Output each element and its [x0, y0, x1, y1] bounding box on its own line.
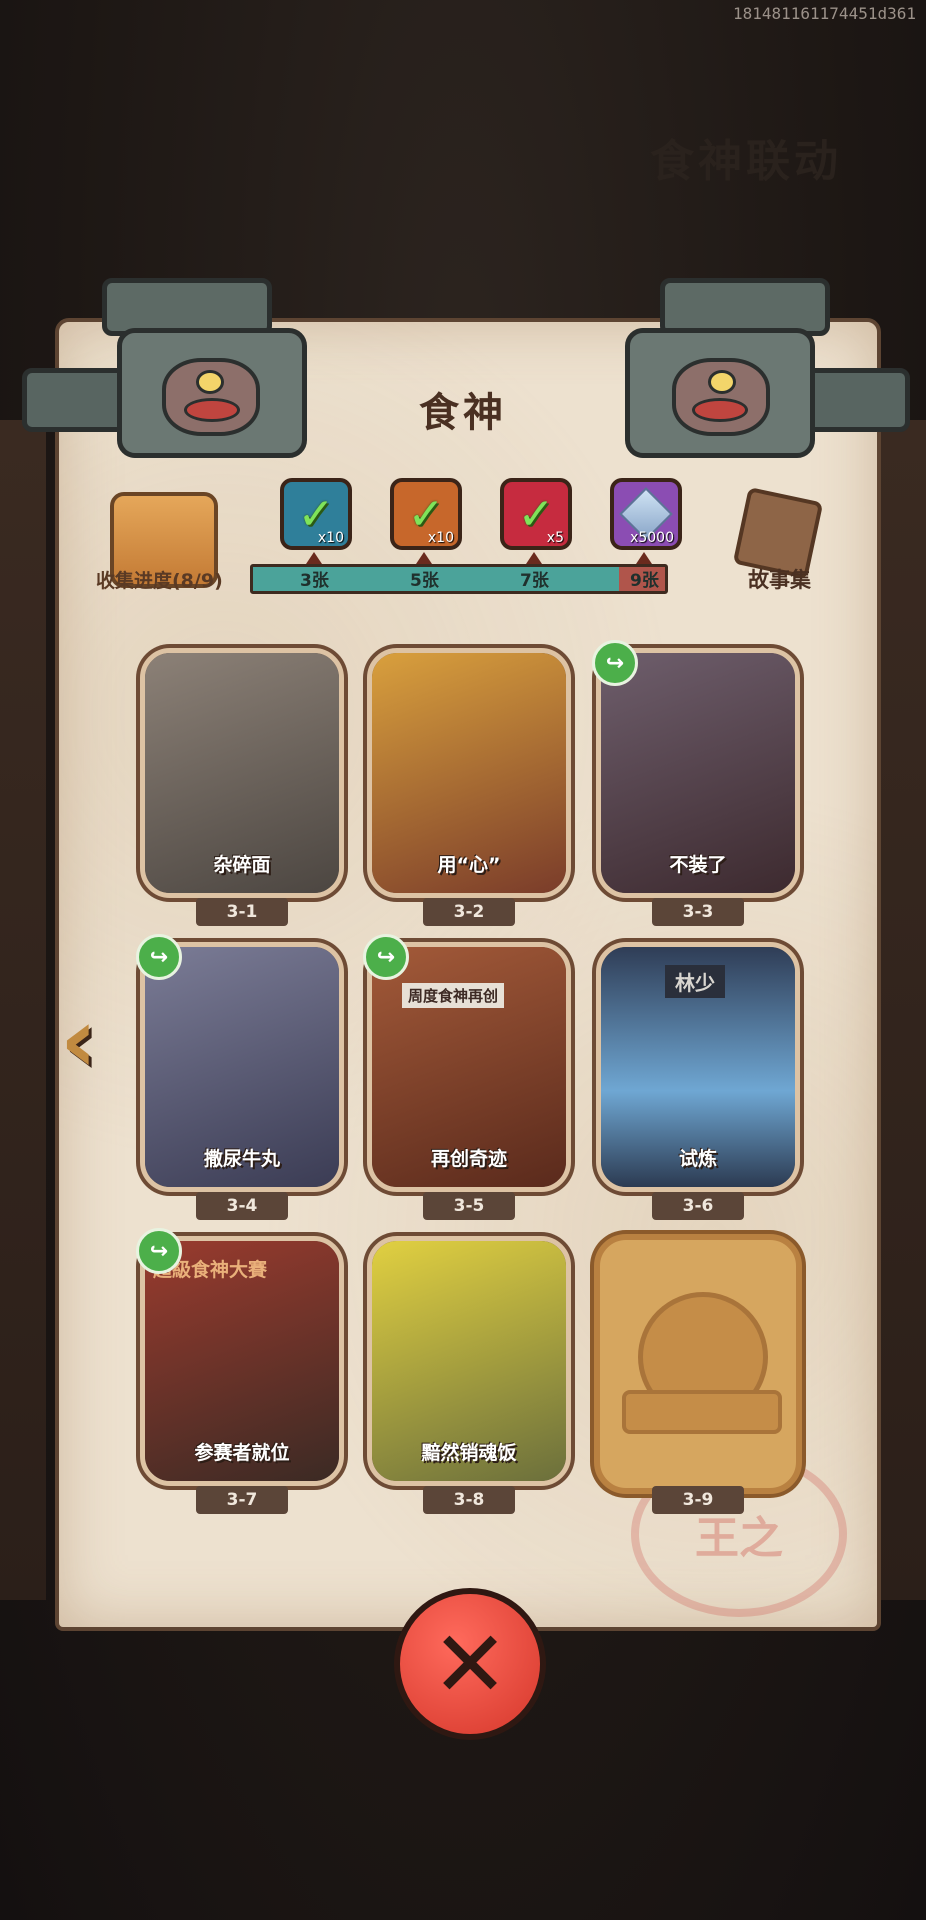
locked-ribbon	[622, 1390, 782, 1434]
milestone-label: 9张	[630, 571, 659, 591]
card-3-7[interactable]: 超級食神大賽 参赛者就位	[140, 1236, 344, 1486]
card-caption: 杂碎面	[213, 854, 271, 876]
panel-title: 食神	[419, 390, 507, 436]
share-arrow-icon[interactable]: ↪	[136, 934, 182, 980]
milestone-marker	[636, 552, 652, 564]
card-caption: 黯然销魂饭	[421, 1442, 517, 1464]
reward-qty: x10	[427, 530, 454, 546]
reward-qty: x10	[317, 530, 344, 546]
left-arrow-icon[interactable]: ‹	[60, 996, 120, 1086]
reward-qty: x5000	[630, 530, 674, 546]
card-3-3[interactable]: 不装了	[596, 648, 800, 898]
card-caption: 用“心”	[437, 854, 501, 876]
card-3-6[interactable]: 林少 试炼	[596, 942, 800, 1192]
milestone-label: 5张	[410, 571, 439, 591]
story-collection-label: 故事集	[748, 568, 811, 592]
card-id: 3-1	[196, 898, 288, 926]
share-arrow-icon[interactable]: ↪	[592, 640, 638, 686]
reward-qty: x5	[546, 530, 564, 546]
card-id: 3-7	[196, 1486, 288, 1514]
card-3-9-locked[interactable]	[594, 1234, 802, 1494]
milestone-marker	[306, 552, 322, 564]
card-caption: 撒尿牛丸	[203, 1148, 280, 1170]
card-id: 3-9	[652, 1486, 744, 1514]
card-caption: 参赛者就位	[194, 1442, 290, 1464]
card-id: 3-4	[196, 1192, 288, 1220]
card-3-2[interactable]: 用“心”	[367, 648, 571, 898]
milestone-label: 7张	[520, 571, 549, 591]
card-caption: 试炼	[678, 1148, 717, 1170]
camera-left-decoration	[22, 268, 312, 478]
milestone-label: 3张	[300, 571, 329, 591]
card-caption: 不装了	[669, 854, 727, 876]
reward-milestone-4[interactable]: x5000	[610, 478, 682, 550]
reward-milestone-1[interactable]: ✓ x10	[280, 478, 352, 550]
card-id: 3-5	[423, 1192, 515, 1220]
share-arrow-icon[interactable]: ↪	[136, 1228, 182, 1274]
milestone-marker	[526, 552, 542, 564]
card-3-4[interactable]: 撒尿牛丸	[140, 942, 344, 1192]
debug-text: 181481161174451d361	[732, 4, 916, 23]
card-3-1[interactable]: 杂碎面	[140, 648, 344, 898]
card-id: 3-3	[652, 898, 744, 926]
right-background-strip	[880, 420, 926, 1600]
newspaper-headline: 周度食神再创	[402, 983, 505, 1008]
card-3-5[interactable]: 周度食神再创 再创奇迹	[367, 942, 571, 1192]
share-arrow-icon[interactable]: ↪	[363, 934, 409, 980]
card-id: 3-2	[423, 898, 515, 926]
card-3-8[interactable]: 黯然销魂饭	[367, 1236, 571, 1486]
left-background-strip	[0, 420, 46, 1600]
reward-milestone-3[interactable]: ✓ x5	[500, 478, 572, 550]
close-icon[interactable]: ✕	[394, 1588, 546, 1740]
card-caption: 再创奇迹	[430, 1148, 507, 1170]
milestone-marker	[416, 552, 432, 564]
card-id: 3-8	[423, 1486, 515, 1514]
background-title: 食神联动	[650, 136, 842, 187]
door-sign: 林少	[665, 965, 725, 998]
collection-progress-label: 收集进度(8/9)	[96, 570, 223, 592]
reward-milestone-2[interactable]: ✓ x10	[390, 478, 462, 550]
camera-right-decoration	[620, 268, 910, 478]
card-id: 3-6	[652, 1192, 744, 1220]
